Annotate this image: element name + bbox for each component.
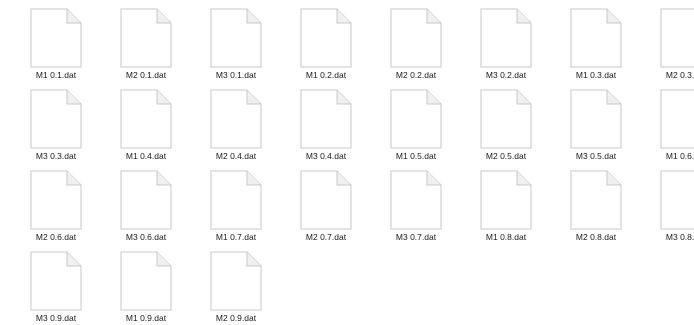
file-item[interactable]: M1 0.6.dat xyxy=(638,89,694,169)
file-name-label: M2 0.8.dat xyxy=(575,232,617,242)
file-icon xyxy=(300,89,352,149)
file-icon xyxy=(120,251,172,311)
file-item[interactable]: M3 0.5.dat xyxy=(548,89,634,169)
file-item[interactable]: M3 0.2.dat xyxy=(458,8,544,88)
file-icon xyxy=(120,8,172,68)
file-name-label: M1 0.8.dat xyxy=(485,232,527,242)
file-name-label: M2 0.9.dat xyxy=(215,313,257,323)
file-icon xyxy=(660,89,694,149)
file-icon xyxy=(390,89,442,149)
file-icon xyxy=(120,89,172,149)
file-name-label: M3 0.6.dat xyxy=(125,232,167,242)
file-icon xyxy=(30,8,82,68)
file-item[interactable]: M3 0.4.dat xyxy=(278,89,364,169)
file-item[interactable]: M1 0.7.dat xyxy=(188,170,274,250)
file-icon xyxy=(210,170,262,230)
file-item[interactable]: M2 0.4.dat xyxy=(188,89,274,169)
file-item[interactable]: M3 0.8.dat xyxy=(638,170,694,250)
file-name-label: M2 0.4.dat xyxy=(215,151,257,161)
file-item[interactable]: M1 0.2.dat xyxy=(278,8,364,88)
file-item[interactable]: M2 0.3.dat xyxy=(638,8,694,88)
file-name-label: M3 0.1.dat xyxy=(215,70,257,80)
file-item[interactable]: M2 0.7.dat xyxy=(278,170,364,250)
file-item[interactable]: M3 0.1.dat xyxy=(188,8,274,88)
file-name-label: M2 0.5.dat xyxy=(485,151,527,161)
file-name-label: M3 0.3.dat xyxy=(35,151,77,161)
file-icon xyxy=(390,170,442,230)
file-item[interactable]: M1 0.5.dat xyxy=(368,89,454,169)
file-item[interactable]: M1 0.8.dat xyxy=(458,170,544,250)
file-icon xyxy=(660,170,694,230)
file-name-label: M1 0.4.dat xyxy=(125,151,167,161)
file-item[interactable]: M2 0.6.dat xyxy=(8,170,94,250)
file-icon xyxy=(480,8,532,68)
file-name-label: M1 0.5.dat xyxy=(395,151,437,161)
file-icon xyxy=(300,8,352,68)
file-name-label: M2 0.7.dat xyxy=(305,232,347,242)
file-grid: M1 0.1.dat M2 0.1.dat M3 0.1.dat M1 0.2.… xyxy=(0,0,694,325)
file-item[interactable]: M2 0.2.dat xyxy=(368,8,454,88)
file-name-label: M1 0.3.dat xyxy=(575,70,617,80)
file-name-label: M3 0.5.dat xyxy=(575,151,617,161)
file-name-label: M3 0.2.dat xyxy=(485,70,527,80)
file-icon xyxy=(120,170,172,230)
file-item[interactable]: M3 0.3.dat xyxy=(8,89,94,169)
file-item[interactable]: M2 0.5.dat xyxy=(458,89,544,169)
file-icon xyxy=(30,170,82,230)
file-icon xyxy=(480,170,532,230)
file-name-label: M3 0.7.dat xyxy=(395,232,437,242)
file-icon xyxy=(30,89,82,149)
file-item[interactable]: M2 0.8.dat xyxy=(548,170,634,250)
file-name-label: M1 0.2.dat xyxy=(305,70,347,80)
file-name-label: M1 0.7.dat xyxy=(215,232,257,242)
file-icon xyxy=(210,8,262,68)
file-item[interactable]: M1 0.3.dat xyxy=(548,8,634,88)
file-icon xyxy=(480,89,532,149)
file-icon xyxy=(210,251,262,311)
file-item[interactable]: M3 0.9.dat xyxy=(8,251,94,325)
file-item[interactable]: M3 0.7.dat xyxy=(368,170,454,250)
file-icon xyxy=(30,251,82,311)
file-icon xyxy=(390,8,442,68)
file-name-label: M1 0.6.dat xyxy=(665,151,694,161)
file-icon xyxy=(570,8,622,68)
file-name-label: M2 0.1.dat xyxy=(125,70,167,80)
file-name-label: M1 0.1.dat xyxy=(35,70,77,80)
file-item[interactable]: M2 0.9.dat xyxy=(188,251,274,325)
file-item[interactable]: M3 0.6.dat xyxy=(98,170,184,250)
file-item[interactable]: M2 0.1.dat xyxy=(98,8,184,88)
file-icon xyxy=(660,8,694,68)
file-item[interactable]: M1 0.1.dat xyxy=(8,8,94,88)
file-icon xyxy=(570,89,622,149)
file-name-label: M3 0.8.dat xyxy=(665,232,694,242)
file-icon xyxy=(570,170,622,230)
file-item[interactable]: M1 0.9.dat xyxy=(98,251,184,325)
file-name-label: M3 0.9.dat xyxy=(35,313,77,323)
file-name-label: M1 0.9.dat xyxy=(125,313,167,323)
file-name-label: M2 0.2.dat xyxy=(395,70,437,80)
file-icon xyxy=(300,170,352,230)
file-icon xyxy=(210,89,262,149)
file-name-label: M2 0.6.dat xyxy=(35,232,77,242)
file-name-label: M3 0.4.dat xyxy=(305,151,347,161)
file-item[interactable]: M1 0.4.dat xyxy=(98,89,184,169)
file-name-label: M2 0.3.dat xyxy=(665,70,694,80)
